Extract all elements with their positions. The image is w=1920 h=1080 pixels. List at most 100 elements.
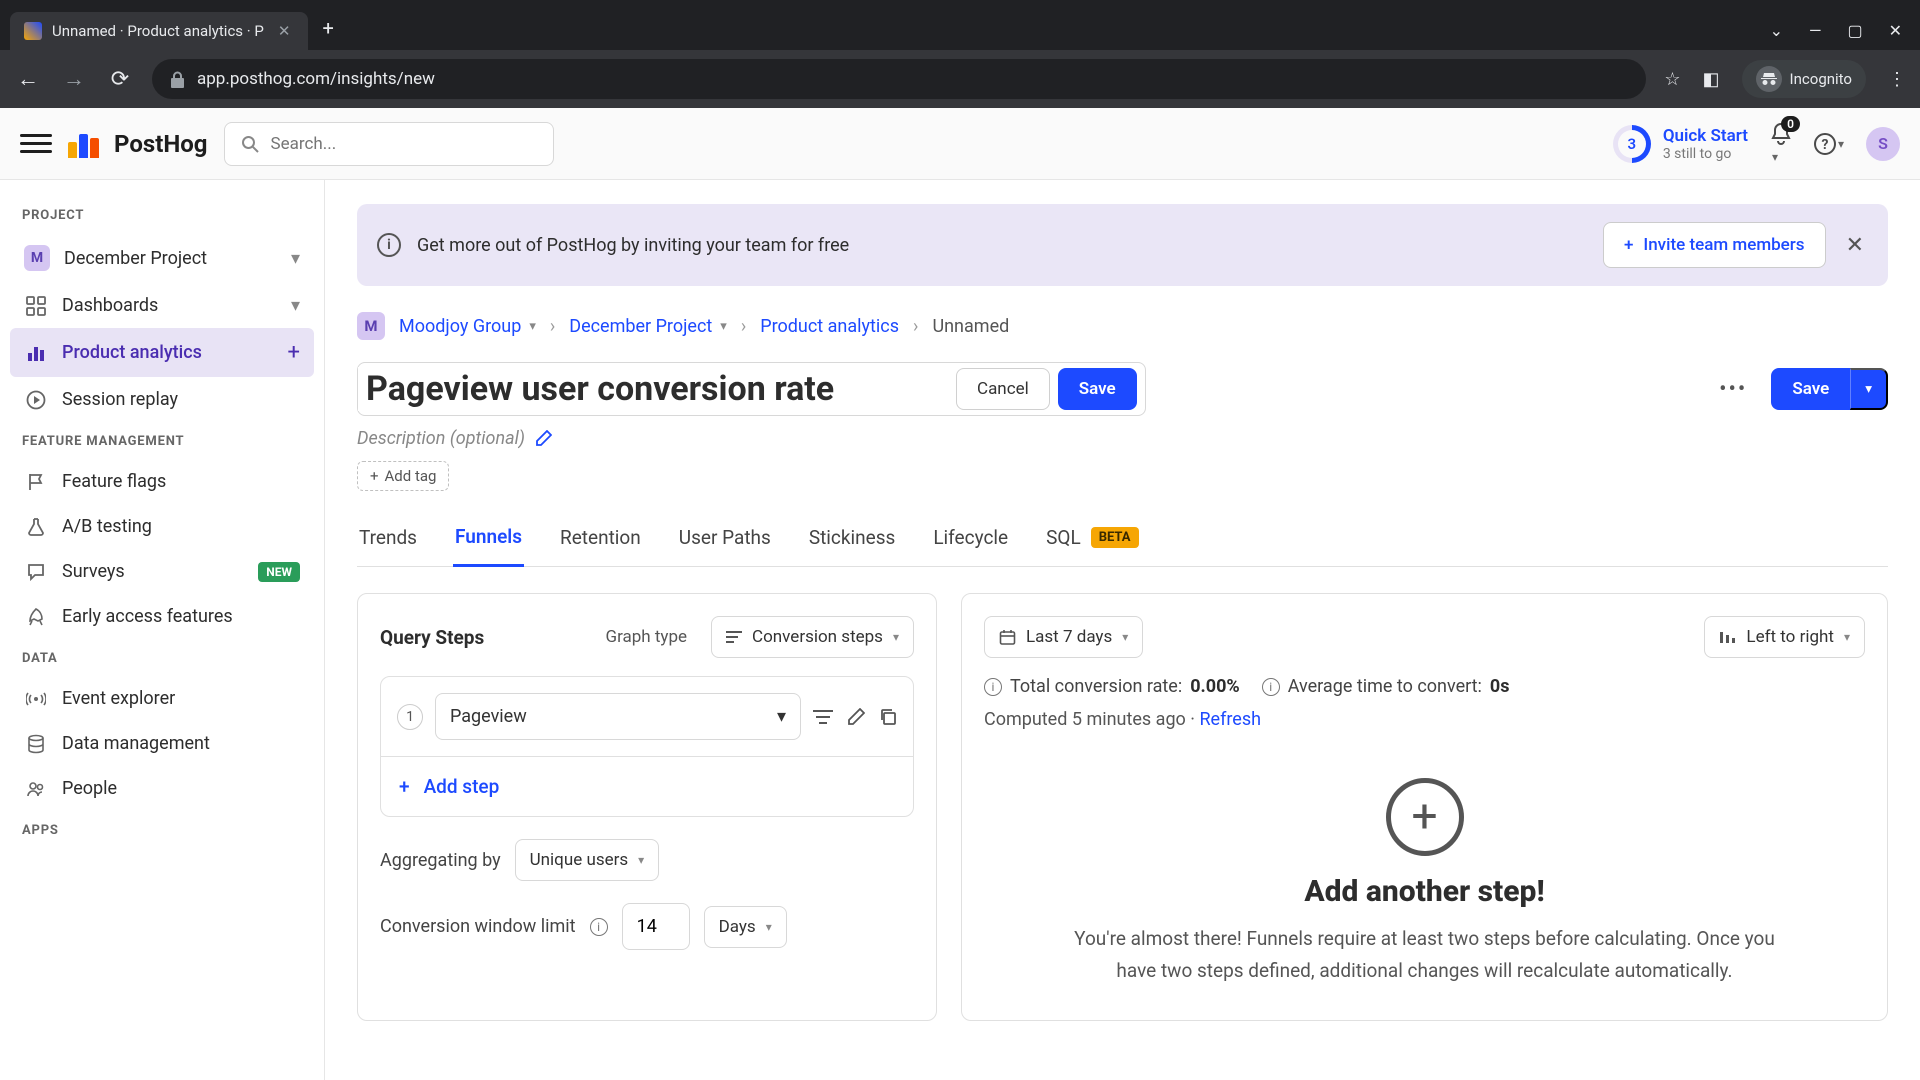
invite-team-button[interactable]: + Invite team members <box>1603 222 1826 268</box>
reload-button[interactable]: ⟳ <box>106 67 134 92</box>
date-range-select[interactable]: Last 7 days ▾ <box>984 616 1143 658</box>
browser-tab[interactable]: Unnamed · Product analytics · P ✕ <box>10 12 308 50</box>
sidebar-item-session-replay[interactable]: Session replay <box>10 377 314 422</box>
conversion-window-input[interactable] <box>622 903 690 950</box>
forward-button[interactable]: → <box>60 66 88 92</box>
sidebar-item-event-explorer[interactable]: Event explorer <box>10 676 314 721</box>
step-event-select[interactable]: Pageview ▾ <box>435 693 801 740</box>
add-step-cta-icon[interactable]: + <box>1386 778 1464 856</box>
chevron-down-icon: ▾ <box>291 295 300 316</box>
chevron-right-icon: › <box>741 316 746 337</box>
breadcrumb-project[interactable]: December Project▾ <box>569 316 727 337</box>
main-content: i Get more out of PostHog by inviting yo… <box>325 180 1920 1080</box>
logo-mark-icon <box>68 130 104 158</box>
incognito-badge[interactable]: Incognito <box>1742 60 1866 98</box>
chevron-down-icon: ▾ <box>893 630 899 644</box>
funnel-steps-box: 1 Pageview ▾ + Add step <box>380 676 914 817</box>
sidebar-item-label: A/B testing <box>62 516 152 537</box>
add-step-label: Add step <box>424 775 500 798</box>
info-icon[interactable]: i <box>984 678 1002 696</box>
bar-chart-icon <box>1719 630 1736 645</box>
tab-retention[interactable]: Retention <box>558 515 643 566</box>
edit-icon[interactable] <box>535 430 552 447</box>
breadcrumb-current: Unnamed <box>932 316 1009 337</box>
more-options-button[interactable]: ••• <box>1709 371 1757 408</box>
tab-funnels[interactable]: Funnels <box>453 515 524 567</box>
tab-trends[interactable]: Trends <box>357 515 419 566</box>
direction-select[interactable]: Left to right ▾ <box>1704 616 1865 658</box>
tab-lifecycle[interactable]: Lifecycle <box>931 515 1010 566</box>
search-input[interactable] <box>271 134 537 154</box>
refresh-link[interactable]: Refresh <box>1199 709 1261 730</box>
sidebar-section-apps: APPS <box>10 811 314 848</box>
calendar-icon <box>999 629 1016 646</box>
chevron-down-icon[interactable]: ⌄ <box>1770 21 1783 40</box>
save-dropdown-button[interactable]: ▾ <box>1850 368 1888 410</box>
cancel-button[interactable]: Cancel <box>956 368 1050 410</box>
project-badge-icon: M <box>24 245 50 271</box>
computed-prefix: Computed <box>984 709 1072 730</box>
minimize-icon[interactable]: ― <box>1809 21 1822 40</box>
empty-state-description: You're almost there! Funnels require at … <box>1055 923 1795 988</box>
maximize-icon[interactable]: ▢ <box>1847 21 1862 40</box>
chat-icon <box>24 562 48 582</box>
search-box[interactable] <box>224 122 554 166</box>
sidebar-item-dashboards[interactable]: Dashboards ▾ <box>10 283 314 328</box>
quick-start-widget[interactable]: 3 Quick Start 3 still to go <box>1613 125 1748 163</box>
sidebar-item-feature-flags[interactable]: Feature flags <box>10 459 314 504</box>
notification-count: 0 <box>1781 116 1800 132</box>
search-icon <box>241 135 259 153</box>
breadcrumb-section[interactable]: Product analytics <box>760 316 899 337</box>
help-button[interactable]: ? ▾ <box>1814 133 1844 155</box>
aggregating-label: Aggregating by <box>380 850 501 871</box>
posthog-logo[interactable]: PostHog <box>68 130 208 158</box>
description-placeholder[interactable]: Description (optional) <box>357 428 525 449</box>
tab-sql[interactable]: SQL BETA <box>1044 515 1140 566</box>
aggregating-row: Aggregating by Unique users ▾ <box>380 839 914 881</box>
database-icon <box>24 734 48 754</box>
quick-start-subtitle: 3 still to go <box>1663 146 1748 162</box>
logo-text: PostHog <box>114 130 208 158</box>
tab-stickiness[interactable]: Stickiness <box>807 515 898 566</box>
user-avatar[interactable]: S <box>1866 127 1900 161</box>
sidebar-item-product-analytics[interactable]: Product analytics + <box>10 328 314 377</box>
url-input[interactable]: app.posthog.com/insights/new <box>152 59 1646 99</box>
sidebar-item-data-management[interactable]: Data management <box>10 721 314 766</box>
add-step-button[interactable]: + Add step <box>381 757 913 816</box>
new-tab-button[interactable]: + <box>308 6 347 50</box>
graph-type-value: Conversion steps <box>752 627 883 647</box>
conversion-window-unit-select[interactable]: Days ▾ <box>704 906 787 948</box>
sidebar-item-people[interactable]: People <box>10 766 314 811</box>
sidebar-item-surveys[interactable]: Surveys NEW <box>10 549 314 594</box>
extension-icon[interactable]: ◧ <box>1703 69 1720 90</box>
bookmark-icon[interactable]: ☆ <box>1664 69 1680 90</box>
copy-icon[interactable] <box>879 708 897 726</box>
filter-icon[interactable] <box>813 708 833 726</box>
sidebar-item-label: Session replay <box>62 389 178 410</box>
hamburger-menu[interactable] <box>20 128 52 160</box>
close-window-icon[interactable]: ✕ <box>1889 21 1902 40</box>
breadcrumb-org[interactable]: Moodjoy Group▾ <box>399 316 536 337</box>
insight-title-input[interactable] <box>358 367 948 411</box>
funnel-step-1: 1 Pageview ▾ <box>381 677 913 757</box>
sidebar-item-label: Event explorer <box>62 688 175 709</box>
add-tag-button[interactable]: + Add tag <box>357 461 449 491</box>
close-banner-icon[interactable]: ✕ <box>1842 229 1868 262</box>
edit-icon[interactable] <box>847 708 865 726</box>
sidebar-item-ab-testing[interactable]: A/B testing <box>10 504 314 549</box>
info-icon[interactable]: i <box>1262 678 1280 696</box>
save-title-button[interactable]: Save <box>1058 368 1137 410</box>
graph-type-select[interactable]: Conversion steps ▾ <box>711 616 914 658</box>
sidebar-item-early-access[interactable]: Early access features <box>10 594 314 639</box>
info-icon[interactable]: i <box>590 918 608 936</box>
plus-icon[interactable]: + <box>288 340 300 365</box>
save-insight-button[interactable]: Save <box>1771 368 1850 410</box>
close-tab-icon[interactable]: ✕ <box>274 22 295 40</box>
flag-icon <box>24 472 48 492</box>
notifications-button[interactable]: 0 ▾ <box>1770 122 1792 165</box>
aggregating-select[interactable]: Unique users ▾ <box>515 839 660 881</box>
browser-menu-icon[interactable]: ⋮ <box>1888 69 1906 90</box>
back-button[interactable]: ← <box>14 66 42 92</box>
tab-user-paths[interactable]: User Paths <box>677 515 773 566</box>
project-switcher[interactable]: M December Project ▾ <box>10 233 314 283</box>
